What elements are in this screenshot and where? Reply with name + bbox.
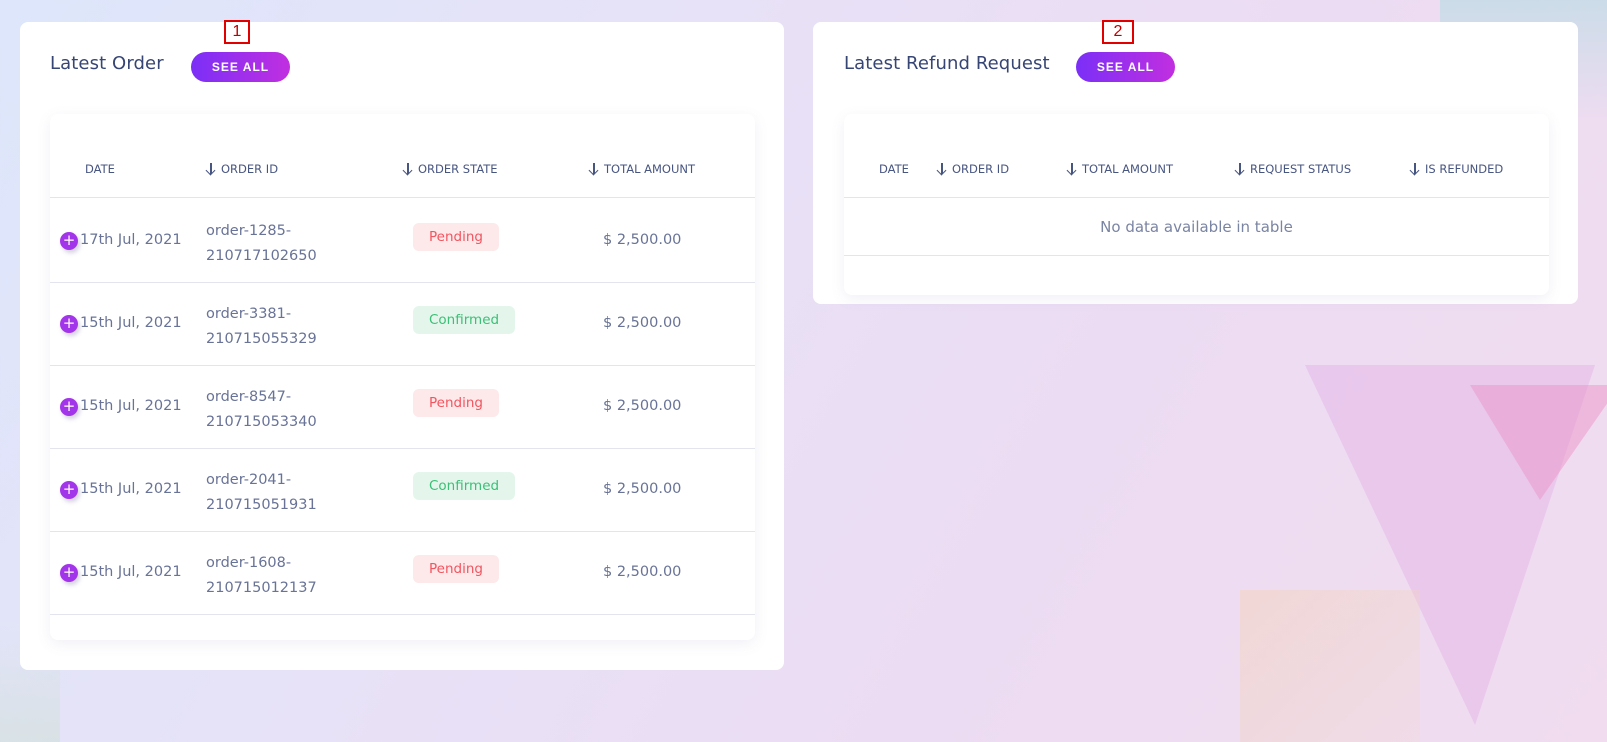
background-shape [1240,590,1420,742]
latest-refund-see-all-button[interactable]: SEE ALL [1076,52,1175,82]
status-badge: Pending [413,555,499,583]
column-header-total-amount[interactable]: TOTAL AMOUNT [588,162,695,176]
latest-refund-title: Latest Refund Request [844,53,1050,74]
table-header: DATE ORDER ID TOTAL AMOUNT REQUEST STATU… [844,114,1549,198]
arrow-down-icon [402,162,414,176]
table-row: + 15th Jul, 2021 order-1608-210715012137… [50,530,755,615]
order-id: order-8547-210715053340 [206,389,317,430]
arrow-down-icon [205,162,217,176]
order-id: order-2041-210715051931 [206,472,317,513]
latest-order-card: Latest Order 1 SEE ALL DATE ORDER ID ORD… [20,20,784,670]
table-row: + 15th Jul, 2021 order-3381-210715055329… [50,281,755,366]
status-badge: Confirmed [413,306,516,334]
latest-order-see-all-button[interactable]: SEE ALL [191,52,290,82]
empty-table-message: No data available in table [1100,218,1293,236]
column-header-label: REQUEST STATUS [1250,162,1352,176]
status-badge: Pending [413,389,499,417]
latest-order-table: DATE ORDER ID ORDER STATE TOTAL AMOUNT +… [50,114,755,640]
empty-table-row: No data available in table [844,198,1549,256]
latest-order-title: Latest Order [50,53,164,74]
order-amount: $ 2,500.00 [603,232,682,248]
order-date: 15th Jul, 2021 [80,481,182,497]
column-header-label: TOTAL AMOUNT [1082,162,1174,176]
column-header-label: ORDER STATE [418,162,498,176]
order-id: order-3381-210715055329 [206,306,317,347]
column-header-is-refunded[interactable]: IS REFUNDED [1409,162,1503,176]
arrow-down-icon [588,162,600,176]
annotation-marker-1: 1 [224,20,250,44]
column-header-label: IS REFUNDED [1425,162,1504,176]
status-badge: Confirmed [413,472,516,500]
column-header-label: DATE [85,162,115,176]
order-amount: $ 2,500.00 [603,398,682,414]
order-date: 15th Jul, 2021 [80,315,182,331]
order-amount: $ 2,500.00 [603,481,682,497]
arrow-down-icon [1066,162,1078,176]
column-header-order-state[interactable]: ORDER STATE [402,162,498,176]
expand-row-icon[interactable]: + [60,232,78,250]
column-header-total-amount[interactable]: TOTAL AMOUNT [1066,162,1173,176]
order-id: order-1608-210715012137 [206,555,317,596]
expand-row-icon[interactable]: + [60,564,78,582]
order-date: 15th Jul, 2021 [80,398,182,414]
column-header-label: ORDER ID [952,162,1010,176]
column-header-order-id[interactable]: ORDER ID [936,162,1009,176]
column-header-label: TOTAL AMOUNT [604,162,696,176]
order-id: order-1285-210717102650 [206,223,317,264]
order-amount: $ 2,500.00 [603,315,682,331]
column-header-order-id[interactable]: ORDER ID [205,162,278,176]
column-header-date[interactable]: DATE [879,162,909,176]
latest-refund-table: DATE ORDER ID TOTAL AMOUNT REQUEST STATU… [844,114,1549,295]
expand-row-icon[interactable]: + [60,481,78,499]
background-shape [1470,385,1607,500]
latest-refund-card: Latest Refund Request 2 SEE ALL DATE ORD… [813,20,1578,304]
order-amount: $ 2,500.00 [603,564,682,580]
column-header-label: DATE [879,162,909,176]
table-row: + 15th Jul, 2021 order-2041-210715051931… [50,447,755,532]
column-header-request-status[interactable]: REQUEST STATUS [1234,162,1351,176]
table-header: DATE ORDER ID ORDER STATE TOTAL AMOUNT [50,114,755,198]
expand-row-icon[interactable]: + [60,398,78,416]
table-row: + 17th Jul, 2021 order-1285-210717102650… [50,198,755,283]
column-header-date[interactable]: DATE [85,162,115,176]
column-header-label: ORDER ID [221,162,279,176]
status-badge: Pending [413,223,499,251]
arrow-down-icon [1409,162,1421,176]
order-date: 15th Jul, 2021 [80,564,182,580]
table-row: + 15th Jul, 2021 order-8547-210715053340… [50,364,755,449]
expand-row-icon[interactable]: + [60,315,78,333]
annotation-marker-2: 2 [1102,20,1134,44]
arrow-down-icon [1234,162,1246,176]
order-date: 17th Jul, 2021 [80,232,182,248]
arrow-down-icon [936,162,948,176]
